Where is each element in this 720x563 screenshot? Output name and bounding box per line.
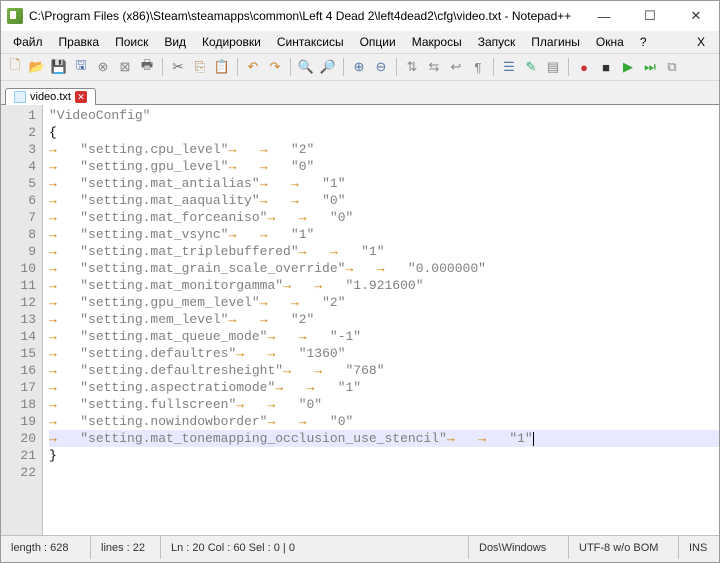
doc-map-icon[interactable]: ▤ (543, 57, 563, 77)
statusbar: length : 628 lines : 22 Ln : 20 Col : 60… (1, 535, 719, 559)
status-position: Ln : 20 Col : 60 Sel : 0 | 0 (161, 536, 469, 559)
play-multi-icon[interactable]: ⏭ (640, 57, 660, 77)
tab-label: video.txt (30, 91, 71, 103)
menu-view[interactable]: Вид (156, 33, 194, 51)
close-file-icon[interactable]: ⊗ (93, 57, 113, 77)
save-macro-icon[interactable]: ⧉ (662, 57, 682, 77)
toolbar-separator (343, 58, 344, 76)
show-all-chars-icon[interactable]: ¶ (468, 57, 488, 77)
code-line[interactable]: → "setting.mat_tonemapping_occlusion_use… (49, 430, 719, 447)
code-line[interactable]: → "setting.nowindowborder"→ → "0" (49, 413, 719, 430)
status-lines: lines : 22 (91, 536, 161, 559)
tab-video-txt[interactable]: video.txt ✕ (5, 88, 96, 105)
code-line[interactable]: } (49, 447, 719, 464)
maximize-button[interactable]: ☐ (627, 1, 673, 31)
code-line[interactable]: → "setting.defaultres"→ → "1360" (49, 345, 719, 362)
status-mode: INS (679, 536, 719, 559)
open-file-icon[interactable]: 📂 (27, 57, 47, 77)
indent-guide-icon[interactable]: ☰ (499, 57, 519, 77)
menu-encoding[interactable]: Кодировки (194, 33, 269, 51)
status-length: length : 628 (1, 536, 91, 559)
toolbar-separator (396, 58, 397, 76)
lang-icon[interactable]: ✎ (521, 57, 541, 77)
code-line[interactable]: → "setting.gpu_mem_level"→ → "2" (49, 294, 719, 311)
menu-x-button[interactable]: X (687, 33, 715, 51)
code-line[interactable]: → "setting.mat_queue_mode"→ → "-1" (49, 328, 719, 345)
menu-edit[interactable]: Правка (51, 33, 108, 51)
record-macro-icon[interactable]: ● (574, 57, 594, 77)
play-macro-icon[interactable]: ▶ (618, 57, 638, 77)
new-file-icon[interactable]: 🗋 (5, 57, 25, 77)
undo-icon[interactable]: ↶ (243, 57, 263, 77)
toolbar-separator (237, 58, 238, 76)
code-line[interactable]: → "setting.mat_antialias"→ → "1" (49, 175, 719, 192)
line-number-gutter: 12345678910111213141516171819202122 (1, 105, 43, 535)
menu-macros[interactable]: Макросы (404, 33, 470, 51)
code-area[interactable]: "VideoConfig"{→ "setting.cpu_level"→ → "… (43, 105, 719, 535)
tab-close-icon[interactable]: ✕ (75, 91, 87, 103)
code-line[interactable]: → "setting.mat_triplebuffered"→ → "1" (49, 243, 719, 260)
toolbar-separator (162, 58, 163, 76)
code-line[interactable]: → "setting.fullscreen"→ → "0" (49, 396, 719, 413)
menu-syntax[interactable]: Синтаксисы (269, 33, 352, 51)
code-line[interactable]: → "setting.mat_forceaniso"→ → "0" (49, 209, 719, 226)
menu-help[interactable]: ? (632, 33, 655, 51)
app-icon (7, 8, 23, 24)
code-line[interactable]: → "setting.mat_aaquality"→ → "0" (49, 192, 719, 209)
menu-run[interactable]: Запуск (470, 33, 524, 51)
toolbar: 🗋 📂 💾 🖫 ⊗ ⊠ 🖶 ✂ ⎘ 📋 ↶ ↷ 🔍 🔎 ⊕ ⊖ ⇅ ⇆ ↩ ¶ … (1, 53, 719, 81)
window-title: C:\Program Files (x86)\Steam\steamapps\c… (29, 9, 581, 23)
zoom-in-icon[interactable]: ⊕ (349, 57, 369, 77)
code-line[interactable]: "VideoConfig" (49, 107, 719, 124)
zoom-out-icon[interactable]: ⊖ (371, 57, 391, 77)
code-line[interactable] (49, 464, 719, 481)
save-icon[interactable]: 💾 (49, 57, 69, 77)
toolbar-separator (290, 58, 291, 76)
code-line[interactable]: → "setting.mat_monitorgamma"→ → "1.92160… (49, 277, 719, 294)
menu-windows[interactable]: Окна (588, 33, 632, 51)
titlebar: C:\Program Files (x86)\Steam\steamapps\c… (1, 1, 719, 31)
menu-file[interactable]: Файл (5, 33, 51, 51)
menu-plugins[interactable]: Плагины (523, 33, 588, 51)
tabstrip: video.txt ✕ (1, 81, 719, 105)
editor[interactable]: 12345678910111213141516171819202122 "Vid… (1, 105, 719, 535)
find-icon[interactable]: 🔍 (296, 57, 316, 77)
close-all-icon[interactable]: ⊠ (115, 57, 135, 77)
code-line[interactable]: { (49, 124, 719, 141)
redo-icon[interactable]: ↷ (265, 57, 285, 77)
replace-icon[interactable]: 🔎 (318, 57, 338, 77)
paste-icon[interactable]: 📋 (212, 57, 232, 77)
print-icon[interactable]: 🖶 (137, 57, 157, 77)
status-eol: Dos\Windows (469, 536, 569, 559)
sync-h-icon[interactable]: ⇆ (424, 57, 444, 77)
code-line[interactable]: → "setting.defaultresheight"→ → "768" (49, 362, 719, 379)
menu-search[interactable]: Поиск (107, 33, 156, 51)
save-all-icon[interactable]: 🖫 (71, 57, 91, 77)
menubar: Файл Правка Поиск Вид Кодировки Синтакси… (1, 31, 719, 53)
code-line[interactable]: → "setting.mem_level"→ → "2" (49, 311, 719, 328)
minimize-button[interactable]: — (581, 1, 627, 31)
code-line[interactable]: → "setting.cpu_level"→ → "2" (49, 141, 719, 158)
close-button[interactable]: ✕ (673, 1, 719, 31)
window-buttons: — ☐ ✕ (581, 1, 719, 31)
menu-options[interactable]: Опции (352, 33, 404, 51)
code-line[interactable]: → "setting.mat_grain_scale_override"→ → … (49, 260, 719, 277)
sync-v-icon[interactable]: ⇅ (402, 57, 422, 77)
stop-macro-icon[interactable]: ■ (596, 57, 616, 77)
status-encoding: UTF-8 w/o BOM (569, 536, 679, 559)
cut-icon[interactable]: ✂ (168, 57, 188, 77)
copy-icon[interactable]: ⎘ (190, 57, 210, 77)
file-icon (14, 91, 26, 103)
toolbar-separator (568, 58, 569, 76)
wordwrap-icon[interactable]: ↩ (446, 57, 466, 77)
toolbar-separator (493, 58, 494, 76)
code-line[interactable]: → "setting.gpu_level"→ → "0" (49, 158, 719, 175)
code-line[interactable]: → "setting.aspectratiomode"→ → "1" (49, 379, 719, 396)
code-line[interactable]: → "setting.mat_vsync"→ → "1" (49, 226, 719, 243)
